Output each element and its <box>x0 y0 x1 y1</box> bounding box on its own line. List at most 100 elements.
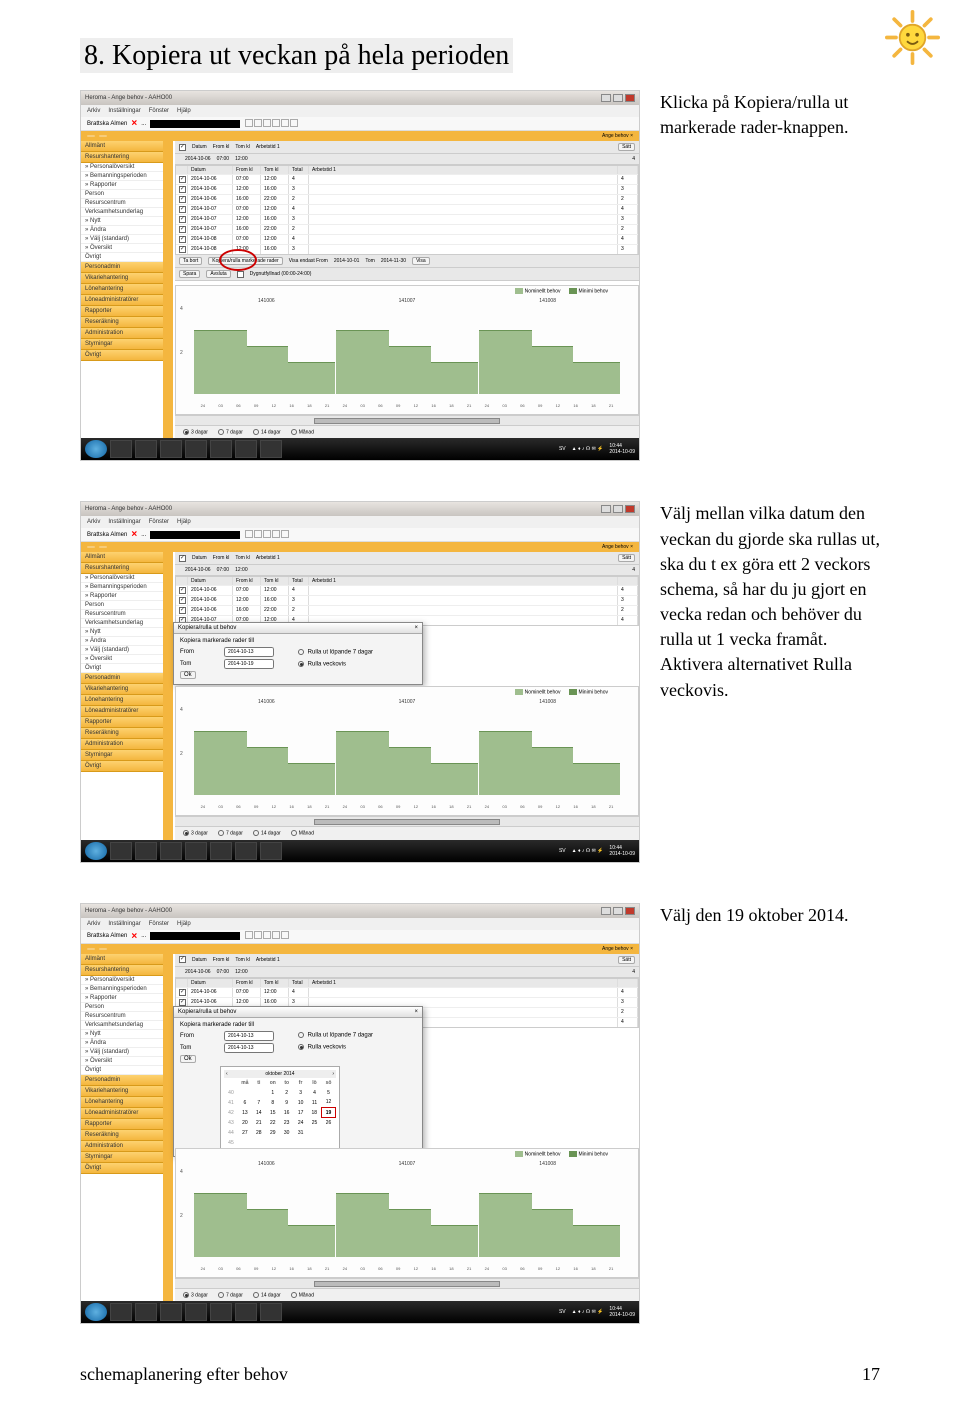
sidebar-item[interactable]: » Personalöversikt <box>81 163 163 172</box>
sidebar-admin[interactable]: Administration <box>81 328 163 339</box>
table-row[interactable]: 2014-10-0607:0012:0044 <box>176 987 638 997</box>
calendar-day[interactable]: 22 <box>266 1118 280 1128</box>
radio-7dagar[interactable] <box>218 429 224 435</box>
calendar-day[interactable]: 1 <box>266 1088 280 1098</box>
calendar-day[interactable]: 3 <box>294 1088 308 1098</box>
calendar-day[interactable]: 20 <box>238 1118 252 1128</box>
check-icon[interactable] <box>179 144 186 151</box>
calendar-day[interactable]: 30 <box>280 1128 294 1138</box>
sidebar-item[interactable]: Resurscentrum <box>81 199 163 208</box>
calendar-day[interactable]: 13 <box>238 1108 252 1118</box>
dygn-check[interactable] <box>237 271 244 278</box>
date-picker[interactable]: ‹oktober 2014› måtiontofrlösö40123454167… <box>220 1066 340 1152</box>
table-row[interactable]: 2014-10-0616:0022:0022 <box>176 194 638 204</box>
sidebar-resurs[interactable]: Resurshantering <box>81 152 163 163</box>
calendar-day[interactable]: 15 <box>266 1108 280 1118</box>
calendar-day[interactable] <box>252 1088 266 1098</box>
table-row[interactable]: 2014-10-0616:0022:0022 <box>176 605 638 615</box>
sidebar-item[interactable]: Person <box>81 190 163 199</box>
calendar-day[interactable]: 2 <box>280 1088 294 1098</box>
taskbar-app[interactable] <box>110 440 132 458</box>
table-row[interactable]: 2014-10-0712:0016:0033 <box>176 214 638 224</box>
sidebar-item[interactable]: » Rapporter <box>81 181 163 190</box>
calendar-day[interactable]: 24 <box>294 1118 308 1128</box>
sidebar-rapporter[interactable]: Rapporter <box>81 306 163 317</box>
calendar-day[interactable]: 31 <box>294 1128 308 1138</box>
calendar-day[interactable] <box>252 1138 266 1148</box>
from-date[interactable]: 2014-10-01 <box>334 258 360 264</box>
sidebar-ovrigt[interactable]: Övrigt <box>81 350 163 361</box>
maximize-icon[interactable] <box>613 94 623 102</box>
sidebar-rese[interactable]: Reseräkning <box>81 317 163 328</box>
calendar-day[interactable] <box>308 1128 322 1138</box>
sidebar-allmant[interactable]: Allmänt <box>81 141 163 152</box>
calendar-day[interactable] <box>266 1138 280 1148</box>
table-row[interactable]: 2014-10-0807:0012:0044 <box>176 234 638 244</box>
calendar-day[interactable]: 7 <box>252 1098 266 1108</box>
radio-rulla-veckovis[interactable] <box>298 661 304 667</box>
table-row[interactable]: 2014-10-0716:0022:0022 <box>176 224 638 234</box>
sidebar-item[interactable]: » Bemanningsperioden <box>81 172 163 181</box>
calendar-day[interactable]: 4 <box>308 1088 322 1098</box>
dialog-close-icon[interactable]: × <box>414 1009 418 1015</box>
taskbar-app[interactable] <box>160 440 182 458</box>
horizontal-scrollbar[interactable] <box>175 415 639 425</box>
radio-rulla-lopande[interactable] <box>298 649 304 655</box>
calendar-day[interactable]: 16 <box>280 1108 294 1118</box>
calendar-day[interactable]: 17 <box>294 1108 308 1118</box>
calendar-day[interactable]: 10 <box>294 1098 308 1108</box>
dialog-close-icon[interactable]: × <box>414 625 418 631</box>
minimize-icon[interactable] <box>601 94 611 102</box>
sidebar-item[interactable]: » Översikt <box>81 244 163 253</box>
radio-3dagar[interactable] <box>183 429 189 435</box>
radio-14dagar[interactable] <box>253 429 259 435</box>
calendar-day[interactable]: 27 <box>238 1128 252 1138</box>
tabort-button[interactable]: Ta bort <box>179 257 202 265</box>
taskbar-app[interactable] <box>135 440 157 458</box>
sidebar-vikarie[interactable]: Vikariehantering <box>81 273 163 284</box>
taskbar-app[interactable] <box>185 440 207 458</box>
cal-next-icon[interactable]: › <box>332 1071 334 1077</box>
sidebar-item[interactable]: » Nytt <box>81 217 163 226</box>
vertical-tabs[interactable] <box>163 141 173 438</box>
calendar-day[interactable]: 26 <box>322 1118 336 1128</box>
table-row[interactable]: 2014-10-0707:0012:0044 <box>176 204 638 214</box>
calendar-day[interactable]: 23 <box>280 1118 294 1128</box>
calendar-day[interactable] <box>238 1088 252 1098</box>
clear-icon[interactable]: × <box>131 118 137 129</box>
calendar-day[interactable]: 18 <box>308 1108 322 1118</box>
start-button-icon[interactable] <box>85 440 107 458</box>
calendar-day[interactable]: 5 <box>322 1088 336 1098</box>
taskbar-app[interactable] <box>260 440 282 458</box>
sidebar-styr[interactable]: Styrningar <box>81 339 163 350</box>
calendar-day[interactable] <box>280 1138 294 1148</box>
sidebar-personadmin[interactable]: Personadmin <box>81 262 163 273</box>
taskbar-app[interactable] <box>235 440 257 458</box>
close-icon[interactable] <box>625 94 635 102</box>
calendar-day[interactable]: 21 <box>252 1118 266 1128</box>
calendar-day[interactable]: 14 <box>252 1108 266 1118</box>
table-row[interactable]: 2014-10-0607:0012:0044 <box>176 585 638 595</box>
tom-date[interactable]: 2014-11-30 <box>381 258 406 264</box>
calendar-day[interactable] <box>322 1138 336 1148</box>
ok-button[interactable]: Ok <box>180 1055 196 1063</box>
calendar-day[interactable] <box>294 1138 308 1148</box>
spara-button[interactable]: Spara <box>179 270 200 278</box>
dialog-tom-input[interactable] <box>224 659 274 669</box>
table-row[interactable]: 2014-10-0612:0016:0033 <box>176 184 638 194</box>
avsluta-button[interactable]: Avsluta <box>206 270 230 278</box>
sidebar-item[interactable]: » Välj (standard) <box>81 235 163 244</box>
ok-button[interactable]: Ok <box>180 671 196 679</box>
dialog-from-input[interactable] <box>224 647 274 657</box>
tab-ange-behov[interactable]: Ange behov × <box>602 133 633 139</box>
table-row[interactable]: 2014-10-0612:0016:0033 <box>176 595 638 605</box>
menu-fonster[interactable]: Fönster <box>149 108 169 114</box>
table-row[interactable]: 2014-10-0607:0012:0044 <box>176 174 638 184</box>
calendar-day[interactable] <box>238 1138 252 1148</box>
sidebar-item[interactable]: Verksamhetsunderlag <box>81 208 163 217</box>
calendar-day[interactable]: 9 <box>280 1098 294 1108</box>
calendar-day[interactable]: 19 <box>322 1108 336 1118</box>
menu-arkiv[interactable]: Arkiv <box>87 108 100 114</box>
sidebar-item[interactable]: Övrigt <box>81 253 163 262</box>
calendar-day[interactable]: 25 <box>308 1118 322 1128</box>
